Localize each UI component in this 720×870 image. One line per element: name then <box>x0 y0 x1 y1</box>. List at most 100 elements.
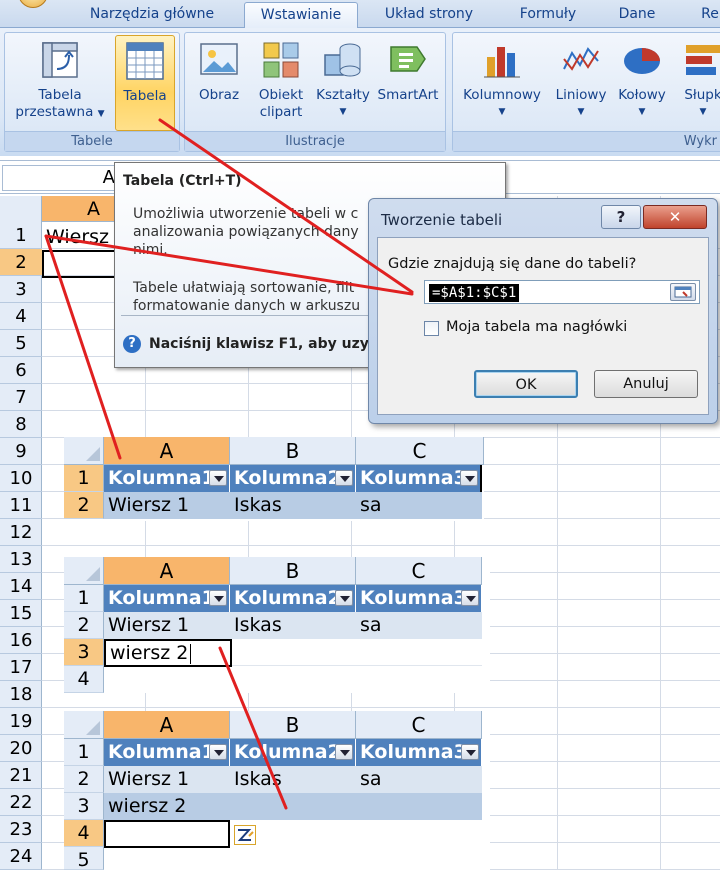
table-cell[interactable]: Wiersz 1 <box>104 612 230 639</box>
name-box[interactable]: A <box>2 165 120 191</box>
table-cell[interactable]: Wiersz 1 <box>104 492 230 519</box>
line-chart-button[interactable]: Liniowy ▼ <box>551 35 611 121</box>
dialog-help-button[interactable]: ? <box>601 205 641 229</box>
table-header-cell[interactable]: Kolumna2 <box>230 465 356 492</box>
row-header[interactable]: 7 <box>0 384 42 411</box>
snapshot-row-number: 1 <box>64 465 104 492</box>
pie-chart-icon <box>621 39 663 81</box>
pie-chart-button[interactable]: Kołowy ▼ <box>613 35 671 121</box>
column-chart-icon <box>481 39 523 81</box>
row-header[interactable]: 10 <box>0 465 42 492</box>
dialog-body: Gdzie znajdują się dane do tabeli? =$A$1… <box>377 237 709 415</box>
filter-dropdown-icon[interactable] <box>209 590 227 606</box>
tab-insert[interactable]: Wstawianie <box>244 2 358 29</box>
row-header[interactable]: 9 <box>0 438 42 465</box>
row-header[interactable]: 12 <box>0 519 42 546</box>
clipart-label-2: clipart <box>259 104 303 120</box>
ok-button[interactable]: OK <box>474 370 578 398</box>
table-header-cell[interactable]: Kolumna3 <box>356 585 482 612</box>
table-cell[interactable]: Iskas <box>230 766 356 793</box>
dropdown-arrow-icon: ▼ <box>699 107 707 117</box>
editing-cell[interactable]: wiersz 2 <box>104 639 232 667</box>
tab-home[interactable]: Narzędzia główne <box>72 2 232 28</box>
row-header[interactable]: 16 <box>0 627 42 654</box>
filter-dropdown-icon[interactable] <box>460 470 478 486</box>
table-cell[interactable]: sa <box>356 612 482 639</box>
cell-a1[interactable]: Wiersz <box>46 226 109 248</box>
filter-dropdown-icon[interactable] <box>335 470 353 486</box>
table-snapshot-2: A B C 1 2 3 4 Kolumna1 Kolumna2 Kolumna3… <box>64 557 490 693</box>
row-header[interactable]: 8 <box>0 411 42 438</box>
table-header-cell[interactable]: Kolumna1 <box>104 739 230 766</box>
row-header[interactable]: 19 <box>0 708 42 735</box>
picture-button[interactable]: Obraz <box>191 35 247 104</box>
dialog-close-button[interactable]: ✕ <box>643 205 707 229</box>
table-cell[interactable]: Iskas <box>230 612 356 639</box>
row-header[interactable]: 11 <box>0 492 42 519</box>
snapshot-column-b: B <box>230 557 356 585</box>
filter-dropdown-icon[interactable] <box>335 744 353 760</box>
row-header[interactable]: 5 <box>0 330 42 357</box>
snapshot-column-c: C <box>356 437 484 465</box>
table-cell[interactable]: Wiersz 1 <box>104 766 230 793</box>
clipart-label-1: Obiekt <box>258 87 304 103</box>
tab-formulas[interactable]: Formuły <box>500 2 596 28</box>
table-header-cell[interactable]: Kolumna3 <box>356 739 482 766</box>
filter-dropdown-icon[interactable] <box>209 744 227 760</box>
headers-checkbox[interactable] <box>424 321 439 336</box>
row-header[interactable]: 13 <box>0 546 42 573</box>
smartart-button[interactable]: SmartArt <box>375 35 441 104</box>
shapes-button[interactable]: Kształty ▼ <box>313 35 373 121</box>
row-header[interactable]: 18 <box>0 681 42 708</box>
autocorrect-options-icon[interactable] <box>234 825 256 845</box>
cancel-button[interactable]: Anuluj <box>594 370 698 398</box>
clipart-button[interactable]: Obiekt clipart <box>251 35 311 121</box>
filter-dropdown-icon[interactable] <box>335 590 353 606</box>
table-cell[interactable]: wiersz 2 <box>104 793 230 820</box>
row-header[interactable]: 23 <box>0 816 42 843</box>
table-cell[interactable] <box>230 793 356 820</box>
office-button[interactable] <box>18 0 48 8</box>
table-header-cell[interactable]: Kolumna2 <box>230 739 356 766</box>
table-header-cell[interactable]: Kolumna1 <box>104 465 230 492</box>
row-header[interactable]: 17 <box>0 654 42 681</box>
smartart-label: SmartArt <box>377 87 439 103</box>
bar-chart-button[interactable]: Słupk ▼ <box>673 35 720 121</box>
active-cell[interactable] <box>104 820 230 848</box>
tab-page-layout[interactable]: Układ strony <box>370 2 488 28</box>
table-header-cell[interactable]: Kolumna1 <box>104 585 230 612</box>
dropdown-arrow-icon: ▼ <box>339 107 347 117</box>
tab-review[interactable]: Re <box>690 2 720 28</box>
row-header[interactable]: 15 <box>0 600 42 627</box>
row-header[interactable]: 24 <box>0 843 42 870</box>
filter-dropdown-icon[interactable] <box>461 590 479 606</box>
row-header[interactable]: 2 <box>0 249 42 276</box>
row-header[interactable]: 6 <box>0 357 42 384</box>
filter-dropdown-icon[interactable] <box>209 470 227 486</box>
table-cell[interactable]: Iskas <box>230 492 356 519</box>
range-picker-icon[interactable] <box>670 283 696 301</box>
table-cell[interactable] <box>356 793 482 820</box>
smartart-icon <box>387 39 429 81</box>
tab-data[interactable]: Dane <box>606 2 668 28</box>
table-header-cell[interactable]: Kolumna2 <box>230 585 356 612</box>
column-chart-button[interactable]: Kolumnowy ▼ <box>457 35 547 121</box>
row-header[interactable]: 21 <box>0 762 42 789</box>
table-cell[interactable] <box>232 639 356 666</box>
filter-dropdown-icon[interactable] <box>461 744 479 760</box>
table-button[interactable]: Tabela <box>115 35 175 131</box>
table-cell[interactable] <box>356 639 482 666</box>
table-snapshot-1: A B C 1 2 Kolumna1 Kolumna2 Kolumna3 Wie… <box>64 437 484 521</box>
row-header[interactable]: 4 <box>0 303 42 330</box>
row-header[interactable]: 3 <box>0 276 42 303</box>
row-header[interactable]: 20 <box>0 735 42 762</box>
row-header[interactable]: 14 <box>0 573 42 600</box>
row-header[interactable]: 22 <box>0 789 42 816</box>
table-header-cell[interactable]: Kolumna3 <box>356 465 482 492</box>
table-cell[interactable]: sa <box>356 766 482 793</box>
range-input[interactable]: =$A$1:$C$1 <box>424 280 700 304</box>
pivot-table-button[interactable]: Tabela przestawna ▼ <box>9 35 111 131</box>
line-chart-icon <box>560 39 602 81</box>
row-header[interactable]: 1 <box>0 222 42 249</box>
table-cell[interactable]: sa <box>356 492 482 519</box>
